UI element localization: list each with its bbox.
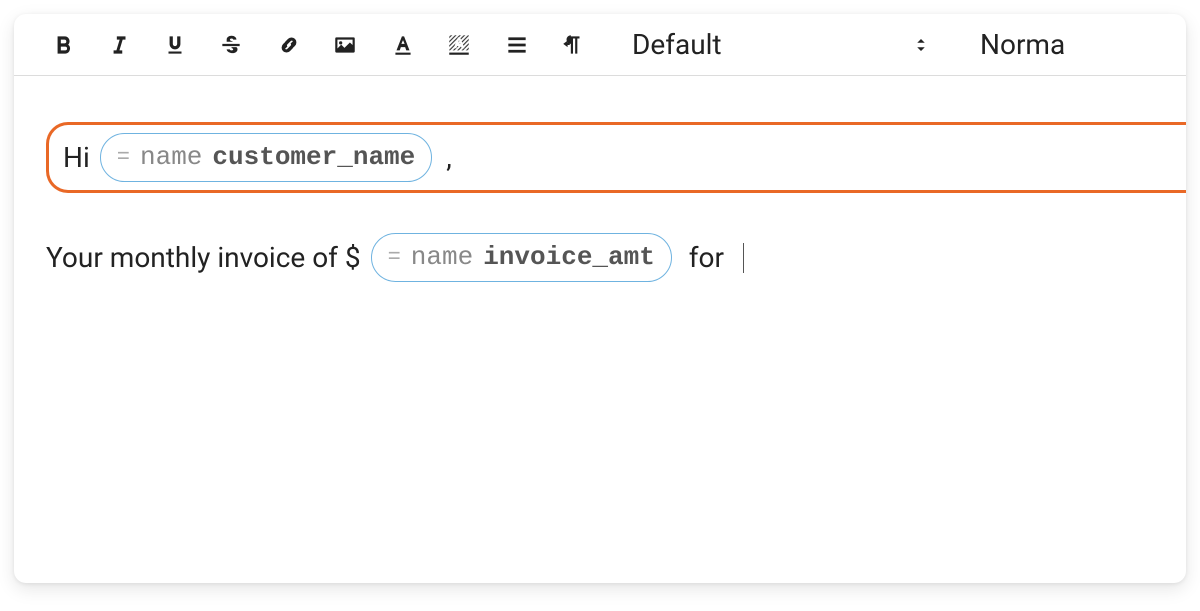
font-family-value: Default — [632, 28, 722, 61]
chip-keyword: name — [411, 238, 473, 277]
image-icon — [332, 32, 358, 58]
highlight-icon — [446, 32, 472, 58]
chip-value: invoice_amt — [483, 238, 655, 277]
underline-button[interactable] — [160, 30, 190, 60]
equals-icon: = — [117, 141, 130, 174]
image-button[interactable] — [330, 30, 360, 60]
chip-keyword: name — [140, 138, 202, 177]
text-direction-button[interactable] — [558, 30, 588, 60]
paragraph-group — [502, 30, 588, 60]
link-icon — [276, 32, 302, 58]
link-button[interactable] — [274, 30, 304, 60]
editor-line-2[interactable]: Your monthly invoice of $ = name invoice… — [46, 233, 1154, 282]
align-button[interactable] — [502, 30, 532, 60]
text-style-group — [48, 30, 246, 60]
font-family-select[interactable]: Default — [626, 28, 936, 61]
editor-panel: Default Norma Hi = name customer_name , … — [14, 14, 1186, 583]
strikethrough-button[interactable] — [216, 30, 246, 60]
editor-body[interactable]: Hi = name customer_name , Your monthly i… — [14, 76, 1186, 368]
text-segment: , — [446, 137, 452, 179]
text-segment: Hi — [63, 137, 90, 179]
underline-icon — [162, 32, 188, 58]
bold-icon — [50, 32, 76, 58]
font-size-select[interactable]: Norma — [980, 28, 1065, 61]
editor-line-1[interactable]: Hi = name customer_name , — [46, 122, 1186, 193]
select-arrows-icon — [912, 28, 930, 61]
text-color-icon — [390, 32, 416, 58]
strikethrough-icon — [218, 32, 244, 58]
text-cursor — [743, 243, 745, 273]
text-segment: Your monthly invoice of $ — [46, 237, 361, 279]
variable-chip-invoice-amt[interactable]: = name invoice_amt — [371, 233, 672, 282]
text-segment: for — [682, 237, 731, 279]
italic-icon — [106, 32, 132, 58]
italic-button[interactable] — [104, 30, 134, 60]
insert-group — [274, 30, 360, 60]
text-color-button[interactable] — [388, 30, 418, 60]
chip-value: customer_name — [212, 138, 415, 177]
equals-icon: = — [388, 241, 401, 274]
paragraph-icon — [560, 32, 586, 58]
font-size-value: Norma — [980, 28, 1065, 61]
variable-chip-customer-name[interactable]: = name customer_name — [100, 133, 432, 182]
align-icon — [504, 32, 530, 58]
color-group — [388, 30, 474, 60]
bold-button[interactable] — [48, 30, 78, 60]
formatting-toolbar: Default Norma — [14, 14, 1186, 76]
highlight-color-button[interactable] — [444, 30, 474, 60]
